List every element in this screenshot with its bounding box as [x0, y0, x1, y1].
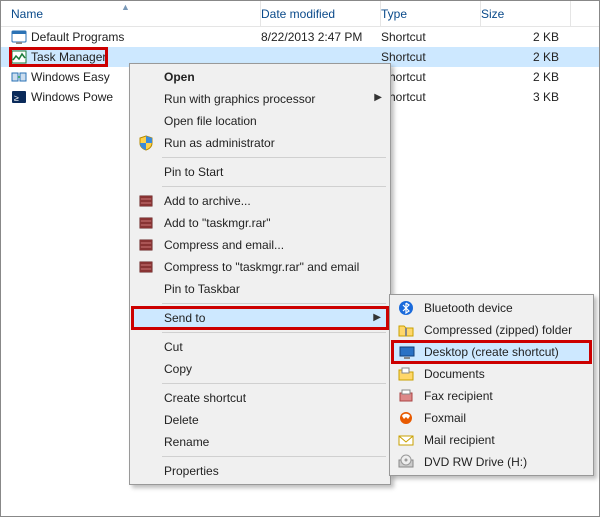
svg-text:≥: ≥ — [14, 93, 19, 103]
menu-separator — [162, 157, 386, 158]
winrar-icon — [137, 214, 155, 232]
column-header[interactable]: Name ▲ Date modified Type Size — [1, 1, 599, 27]
dvd-drive-icon — [397, 453, 415, 471]
menu-open[interactable]: Open — [132, 66, 388, 88]
sort-asc-icon: ▲ — [121, 2, 130, 12]
file-type: Shortcut — [381, 50, 481, 64]
menu-cut[interactable]: Cut — [132, 336, 388, 358]
file-date: 8/22/2013 2:47 PM — [261, 30, 381, 44]
menu-delete[interactable]: Delete — [132, 409, 388, 431]
file-size: 2 KB — [481, 70, 571, 84]
context-menu[interactable]: Open Run with graphics processor▶ Open f… — [129, 63, 391, 485]
sendto-bluetooth[interactable]: Bluetooth device — [392, 297, 591, 319]
file-size: 3 KB — [481, 90, 571, 104]
menu-separator — [162, 332, 386, 333]
menu-pin-taskbar[interactable]: Pin to Taskbar — [132, 278, 388, 300]
sendto-dvd[interactable]: DVD RW Drive (H:) — [392, 451, 591, 473]
fax-icon — [397, 387, 415, 405]
sendto-zip[interactable]: Compressed (zipped) folder — [392, 319, 591, 341]
submenu-arrow-icon: ▶ — [374, 92, 382, 103]
file-type: Shortcut — [381, 90, 481, 104]
file-name: Task Manager — [31, 50, 106, 64]
file-name: Windows Easy — [31, 70, 110, 84]
file-type: Shortcut — [381, 70, 481, 84]
menu-add-archive[interactable]: Add to archive... — [132, 190, 388, 212]
menu-rename[interactable]: Rename — [132, 431, 388, 453]
file-name: Windows Powe — [31, 90, 113, 104]
sendto-documents[interactable]: Documents — [392, 363, 591, 385]
menu-compress-rar-email[interactable]: Compress to "taskmgr.rar" and email — [132, 256, 388, 278]
menu-properties[interactable]: Properties — [132, 460, 388, 482]
menu-copy[interactable]: Copy — [132, 358, 388, 380]
column-type[interactable]: Type — [381, 1, 481, 26]
submenu-arrow-icon: ▶ — [373, 312, 381, 323]
menu-create-shortcut[interactable]: Create shortcut — [132, 387, 388, 409]
menu-separator — [162, 456, 386, 457]
menu-pin-start[interactable]: Pin to Start — [132, 161, 388, 183]
bluetooth-icon — [397, 299, 415, 317]
file-row[interactable]: Default Programs 8/22/2013 2:47 PM Short… — [1, 27, 599, 47]
menu-open-location[interactable]: Open file location — [132, 110, 388, 132]
column-name-label: Name — [11, 7, 43, 21]
winrar-icon — [137, 258, 155, 276]
file-size: 2 KB — [481, 30, 571, 44]
desktop-icon — [398, 344, 416, 362]
sendto-desktop[interactable]: Desktop (create shortcut) — [392, 341, 591, 363]
column-date[interactable]: Date modified — [261, 1, 381, 26]
file-type: Shortcut — [381, 30, 481, 44]
menu-compress-email[interactable]: Compress and email... — [132, 234, 388, 256]
zip-folder-icon — [397, 321, 415, 339]
sendto-foxmail[interactable]: Foxmail — [392, 407, 591, 429]
app-icon — [11, 29, 27, 45]
menu-separator — [162, 303, 386, 304]
powershell-icon: ≥ — [11, 89, 27, 105]
shield-icon — [137, 134, 155, 152]
foxmail-icon — [397, 409, 415, 427]
column-name[interactable]: Name ▲ — [1, 1, 261, 26]
winrar-icon — [137, 236, 155, 254]
sendto-mail[interactable]: Mail recipient — [392, 429, 591, 451]
sendto-fax[interactable]: Fax recipient — [392, 385, 591, 407]
menu-run-admin[interactable]: Run as administrator — [132, 132, 388, 154]
file-name: Default Programs — [31, 30, 124, 44]
documents-icon — [397, 365, 415, 383]
menu-add-rar[interactable]: Add to "taskmgr.rar" — [132, 212, 388, 234]
mail-icon — [397, 431, 415, 449]
sendto-submenu[interactable]: Bluetooth device Compressed (zipped) fol… — [389, 294, 594, 476]
file-size: 2 KB — [481, 50, 571, 64]
menu-separator — [162, 383, 386, 384]
winrar-icon — [137, 192, 155, 210]
transfer-icon — [11, 69, 27, 85]
column-size[interactable]: Size — [481, 1, 571, 26]
menu-separator — [162, 186, 386, 187]
menu-run-gfx[interactable]: Run with graphics processor▶ — [132, 88, 388, 110]
menu-send-to[interactable]: Send to▶ — [132, 307, 388, 329]
taskmgr-icon — [11, 49, 27, 65]
